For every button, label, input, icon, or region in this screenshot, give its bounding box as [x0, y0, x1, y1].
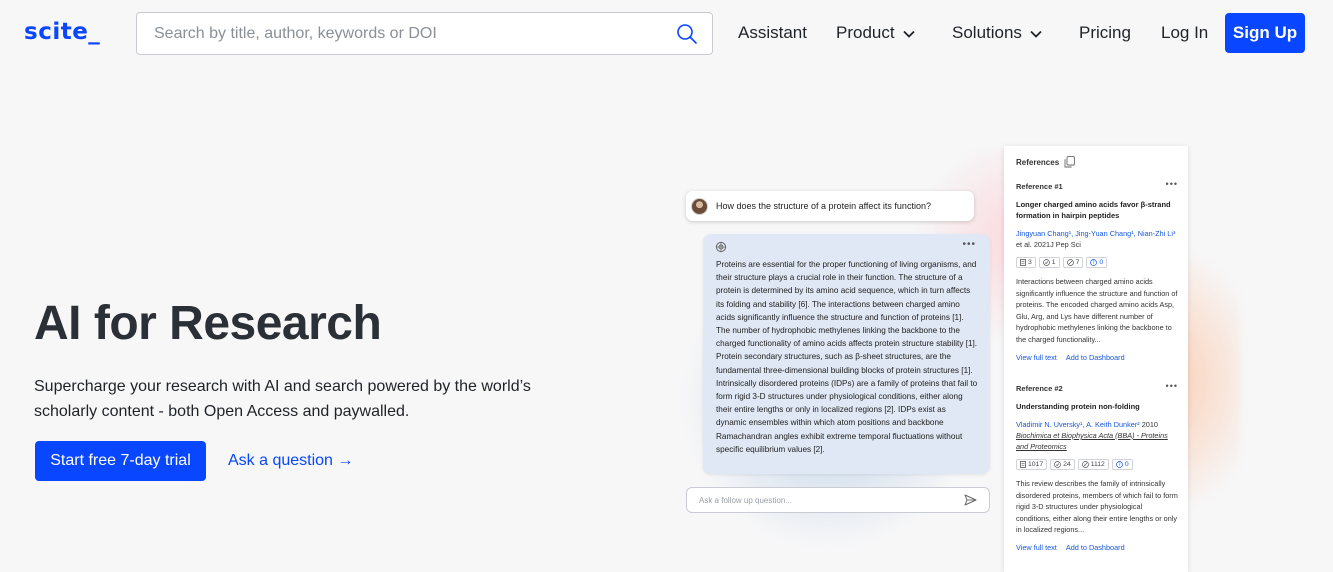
mentioning-badge[interactable]: 1112: [1077, 459, 1109, 470]
supporting-badge[interactable]: 1: [1038, 257, 1060, 268]
more-options-icon[interactable]: •••: [1166, 381, 1178, 391]
question-circle-icon: ?: [1090, 259, 1098, 266]
reference-item: Reference #2 ••• Understanding protein n…: [1016, 381, 1178, 552]
chat-answer: ••• Proteins are essential for the prope…: [703, 234, 990, 474]
add-to-dashboard-link[interactable]: Add to Dashboard: [1066, 353, 1125, 362]
followup-box[interactable]: [686, 487, 990, 513]
reference-links: View full text Add to Dashboard: [1016, 543, 1178, 552]
chat-answer-text: Proteins are essential for the proper fu…: [716, 260, 978, 454]
references-panel: References Reference #1 ••• Longer charg…: [1004, 146, 1188, 572]
nav-solutions-label: Solutions: [952, 23, 1022, 42]
reference-author-links[interactable]: Jingyuan Chang¹, Jing-Yuan Chang¹, Nian-…: [1016, 229, 1175, 238]
hero-title: AI for Research: [34, 297, 382, 350]
references-heading: References: [1016, 156, 1075, 168]
nav-pricing[interactable]: Pricing: [1079, 23, 1131, 43]
followup-input[interactable]: [687, 488, 947, 512]
question-circle-icon: ?: [1115, 461, 1123, 468]
badge-value: 1: [1051, 259, 1056, 266]
chat-question: How does the structure of a protein affe…: [686, 191, 974, 221]
avatar: [691, 197, 708, 215]
citing-count-badge[interactable]: 3: [1016, 257, 1036, 268]
slash-circle-icon: [1066, 259, 1074, 266]
document-icon: [1020, 461, 1026, 468]
more-options-icon[interactable]: •••: [1166, 179, 1178, 189]
contrasting-badge[interactable]: ? 0: [1111, 459, 1133, 470]
document-icon: [1020, 259, 1026, 266]
badge-value: 0: [1124, 461, 1129, 468]
nav-product[interactable]: Product: [836, 23, 915, 43]
reference-meta: et al. 2021J Pep Sci: [1016, 240, 1081, 249]
reference-item: Reference #1 ••• Longer charged amino ac…: [1016, 179, 1178, 362]
nav-solutions[interactable]: Solutions: [952, 23, 1042, 43]
reference-author-links[interactable]: Vladimir N. Uversky¹, A. Keith Dunker²: [1016, 420, 1140, 429]
search-icon[interactable]: [676, 23, 698, 45]
view-full-text-link[interactable]: View full text: [1016, 543, 1057, 552]
nav-product-label: Product: [836, 23, 895, 42]
chevron-down-icon: [902, 30, 915, 38]
hero-subtitle: Supercharge your research with AI and se…: [34, 378, 531, 420]
citing-count-badge[interactable]: 1017: [1016, 459, 1048, 470]
badge-value: 1112: [1090, 461, 1105, 468]
badge-value: 24: [1063, 461, 1071, 468]
send-icon[interactable]: [964, 494, 977, 506]
top-nav: scite_ Assistant Product Solutions Prici…: [0, 0, 1333, 66]
sign-up-button[interactable]: Sign Up: [1225, 13, 1305, 53]
search-input[interactable]: [137, 13, 667, 54]
more-options-icon[interactable]: •••: [962, 239, 976, 250]
reference-links: View full text Add to Dashboard: [1016, 353, 1178, 362]
scite-logo[interactable]: scite_: [24, 19, 100, 45]
reference-journal[interactable]: Biochimica et Biophysica Acta (BBA) - Pr…: [1016, 431, 1168, 451]
reference-title[interactable]: Longer charged amino acids favor β-stran…: [1016, 199, 1178, 221]
citation-badges: 3 1 7 ? 0: [1016, 257, 1178, 268]
badge-value: 0: [1099, 259, 1104, 266]
assistant-icon: [715, 241, 727, 253]
nav-assistant-label: Assistant: [738, 23, 807, 42]
nav-login[interactable]: Log In: [1161, 23, 1208, 43]
reference-number: Reference #2: [1016, 384, 1063, 393]
nav-assistant[interactable]: Assistant: [738, 23, 807, 43]
badge-value: 7: [1075, 259, 1080, 266]
nav-login-label: Log In: [1161, 23, 1209, 42]
start-trial-button[interactable]: Start free 7-day trial: [35, 441, 206, 481]
badge-value: 3: [1028, 259, 1032, 266]
mentioning-badge[interactable]: 7: [1062, 257, 1084, 268]
add-to-dashboard-link[interactable]: Add to Dashboard: [1066, 543, 1125, 552]
supporting-badge[interactable]: 24: [1050, 459, 1075, 470]
references-heading-label: References: [1016, 157, 1060, 167]
contrasting-badge[interactable]: ? 0: [1086, 257, 1108, 268]
reference-description: Interactions between charged amino acids…: [1016, 277, 1178, 344]
chat-question-text: How does the structure of a protein affe…: [716, 201, 931, 211]
slash-circle-icon: [1081, 461, 1089, 468]
check-circle-icon: [1054, 461, 1061, 468]
check-circle-icon: [1042, 259, 1050, 266]
badge-value: 1017: [1028, 461, 1044, 468]
view-full-text-link[interactable]: View full text: [1016, 353, 1057, 362]
reference-meta: 2010: [1139, 420, 1158, 429]
copy-icon[interactable]: [1064, 156, 1075, 168]
reference-authors: Jingyuan Chang¹, Jing-Yuan Chang¹, Nian-…: [1016, 228, 1178, 250]
chevron-down-icon: [1030, 30, 1042, 38]
reference-description: This review describes the family of intr…: [1016, 479, 1178, 535]
reference-authors: Vladimir N. Uversky¹, A. Keith Dunker² 2…: [1016, 419, 1178, 452]
citation-badges: 1017 24 1112 ? 0: [1016, 459, 1178, 470]
search-box[interactable]: [136, 12, 713, 55]
nav-pricing-label: Pricing: [1079, 23, 1131, 42]
reference-title[interactable]: Understanding protein non-folding: [1016, 401, 1178, 412]
ask-question-link[interactable]: Ask a question →: [228, 452, 353, 470]
reference-number: Reference #1: [1016, 182, 1063, 191]
